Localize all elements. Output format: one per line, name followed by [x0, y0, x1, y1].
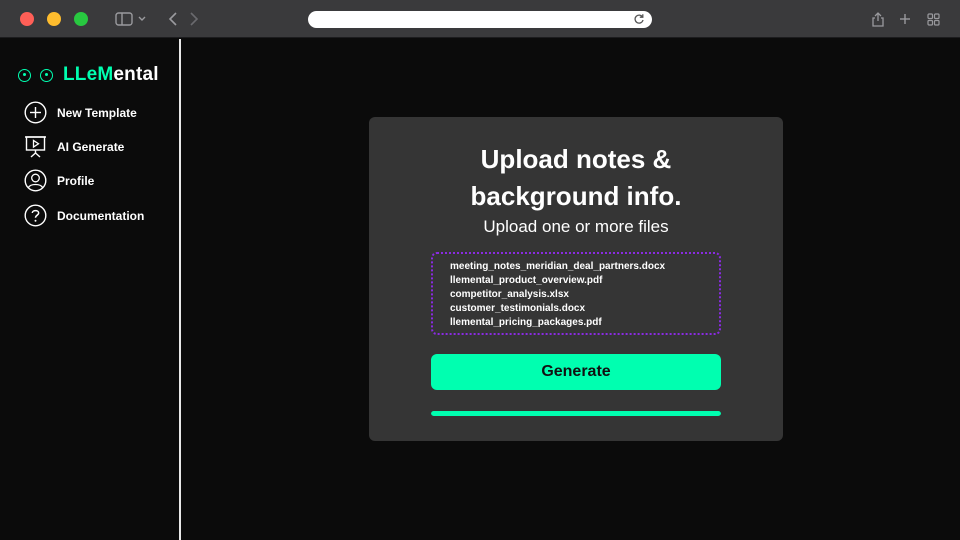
close-window-button[interactable] [20, 12, 34, 26]
file-list-item: llemental_pricing_packages.pdf [450, 317, 602, 328]
file-list-item: llemental_product_overview.pdf [450, 275, 603, 286]
browser-toolbar [0, 0, 960, 38]
progress-bar-fill [431, 411, 721, 416]
back-button[interactable] [165, 9, 181, 29]
sidebar-divider [179, 39, 181, 540]
address-bar[interactable] [308, 11, 652, 28]
generate-button[interactable]: Generate [431, 354, 721, 390]
file-list-item: meeting_notes_meridian_deal_partners.doc… [450, 261, 666, 272]
presentation-icon [24, 135, 47, 158]
user-circle-icon [24, 169, 47, 192]
file-list-item: customer_testimonials.docx [450, 303, 586, 314]
sidebar-item-label: AI Generate [57, 139, 125, 154]
page-title-line-1: Upload notes & [480, 144, 672, 174]
sidebar-item-new-template[interactable]: New Template [24, 101, 137, 124]
brand-wordmark-rest: ental [113, 64, 159, 85]
brand-logo[interactable]: LLeMental [18, 64, 159, 86]
brand-wordmark-accent: LLeM [63, 64, 114, 85]
maximize-window-button[interactable] [74, 12, 88, 26]
file-dropzone[interactable]: meeting_notes_meridian_deal_partners.doc… [431, 252, 721, 335]
page-title-line-2: background info. [470, 181, 682, 211]
page-title: Upload notes & background info. [369, 141, 783, 215]
upload-subtitle: Upload one or more files [483, 217, 669, 236]
chevron-left-icon [168, 12, 177, 26]
sidebar-item-label: Profile [57, 173, 95, 188]
brand-wordmark: LLeMental [63, 64, 159, 86]
forward-button[interactable] [186, 9, 202, 29]
chevron-right-icon [190, 12, 199, 26]
share-icon [872, 12, 884, 27]
new-tab-button[interactable] [897, 9, 913, 29]
sidebar-item-ai-generate[interactable]: AI Generate [24, 135, 124, 158]
tab-overview-button[interactable] [924, 9, 942, 29]
sidebar-item-label: New Template [57, 105, 137, 120]
sidebar-icon [115, 12, 146, 26]
grid-icon [926, 12, 940, 26]
sidebar-item-documentation[interactable]: Documentation [24, 204, 144, 227]
plus-icon [900, 14, 910, 24]
sidebar-item-label: Documentation [57, 208, 145, 223]
question-circle-icon [24, 204, 47, 227]
file-list-item: competitor_analysis.xlsx [450, 289, 569, 300]
eyes-logo-icon [18, 68, 53, 82]
share-button[interactable] [870, 9, 886, 29]
reload-icon[interactable] [633, 13, 645, 25]
upload-card: Upload notes & background info. Upload o… [369, 117, 783, 441]
sidebar-item-profile[interactable]: Profile [24, 169, 94, 192]
progress-bar [431, 411, 721, 416]
plus-circle-icon [24, 101, 47, 124]
minimize-window-button[interactable] [47, 12, 61, 26]
sidebar-toggle-button[interactable] [115, 9, 149, 29]
